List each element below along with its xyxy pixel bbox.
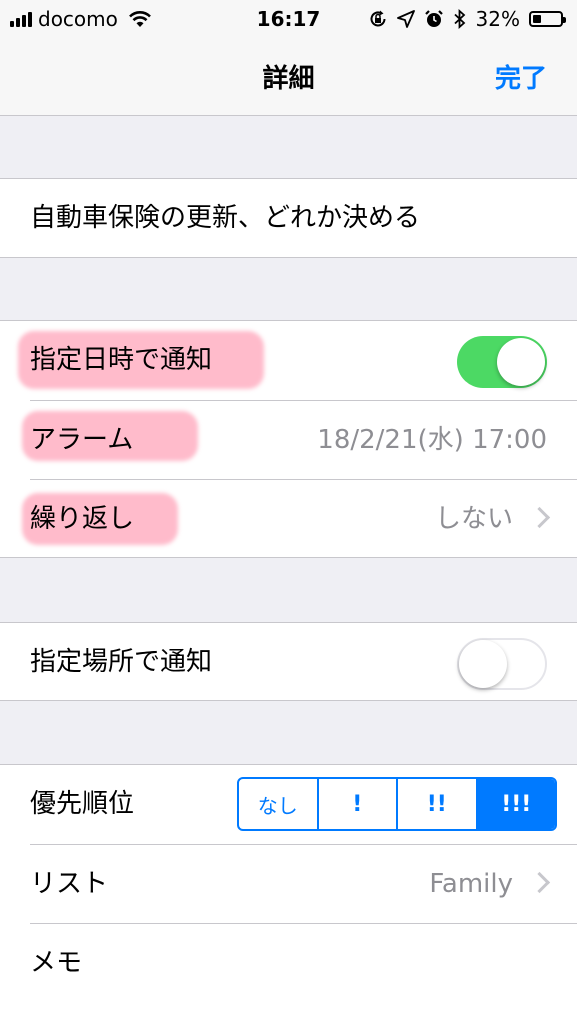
notify-location-label: 指定場所で通知 (30, 647, 213, 677)
page-title: 詳細 (262, 64, 315, 94)
notify-date-row[interactable]: 指定日時で通知 (0, 321, 577, 400)
battery-percent: 32% (475, 7, 520, 31)
priority-label: 優先順位 (30, 789, 135, 819)
toggle-knob (497, 338, 545, 386)
repeat-row[interactable]: 繰り返し しない (0, 480, 577, 559)
repeat-value: しない (434, 504, 513, 534)
battery-icon (529, 11, 566, 27)
done-button[interactable]: 完了 (495, 58, 547, 95)
priority-option-medium[interactable]: !! (396, 779, 476, 829)
alarm-icon (424, 10, 443, 27)
memo-row[interactable]: メモ (0, 924, 577, 1003)
notify-date-label: 指定日時で通知 (30, 345, 213, 375)
alarm-row[interactable]: アラーム 18/2/21(水) 17:00 (0, 401, 577, 480)
chevron-right-icon (528, 871, 551, 894)
priority-segmented-control[interactable]: なし ! !! !!! (237, 777, 557, 831)
list-label: リスト (30, 869, 109, 899)
toggle-knob (459, 640, 507, 688)
status-bar: docomo 16:17 32% (0, 0, 577, 40)
priority-option-high[interactable]: !!! (475, 779, 555, 829)
bluetooth-icon (453, 9, 465, 29)
date-notification-group: 指定日時で通知 アラーム 18/2/21(水) 17:00 繰り返し しない (0, 320, 577, 558)
location-icon (396, 10, 415, 28)
details-group: 優先順位 なし ! !! !!! リスト Family メモ (0, 764, 577, 1026)
notify-location-row[interactable]: 指定場所で通知 (0, 623, 577, 702)
notify-date-toggle[interactable] (457, 336, 547, 388)
alarm-value: 18/2/21(水) 17:00 (317, 425, 547, 455)
location-notification-group: 指定場所で通知 (0, 622, 577, 701)
memo-label: メモ (30, 948, 83, 978)
navigation-bar: 詳細 完了 (0, 40, 577, 116)
notify-location-toggle[interactable] (457, 638, 547, 690)
repeat-label: 繰り返し (30, 504, 135, 534)
reminder-title-field[interactable]: 自動車保険の更新、どれか決める (30, 179, 420, 258)
list-row[interactable]: リスト Family (0, 845, 577, 924)
status-right: 32% (368, 7, 566, 31)
rotation-lock-icon (370, 10, 386, 27)
priority-row: 優先順位 なし ! !! !!! (0, 765, 577, 844)
chevron-right-icon (528, 506, 551, 529)
reminder-title-row[interactable]: 自動車保険の更新、どれか決める (0, 179, 577, 258)
alarm-label: アラーム (30, 425, 134, 455)
title-group: 自動車保険の更新、どれか決める (0, 178, 577, 258)
list-value: Family (429, 869, 513, 899)
priority-option-low[interactable]: ! (316, 779, 397, 829)
priority-option-none[interactable]: なし (239, 779, 317, 829)
